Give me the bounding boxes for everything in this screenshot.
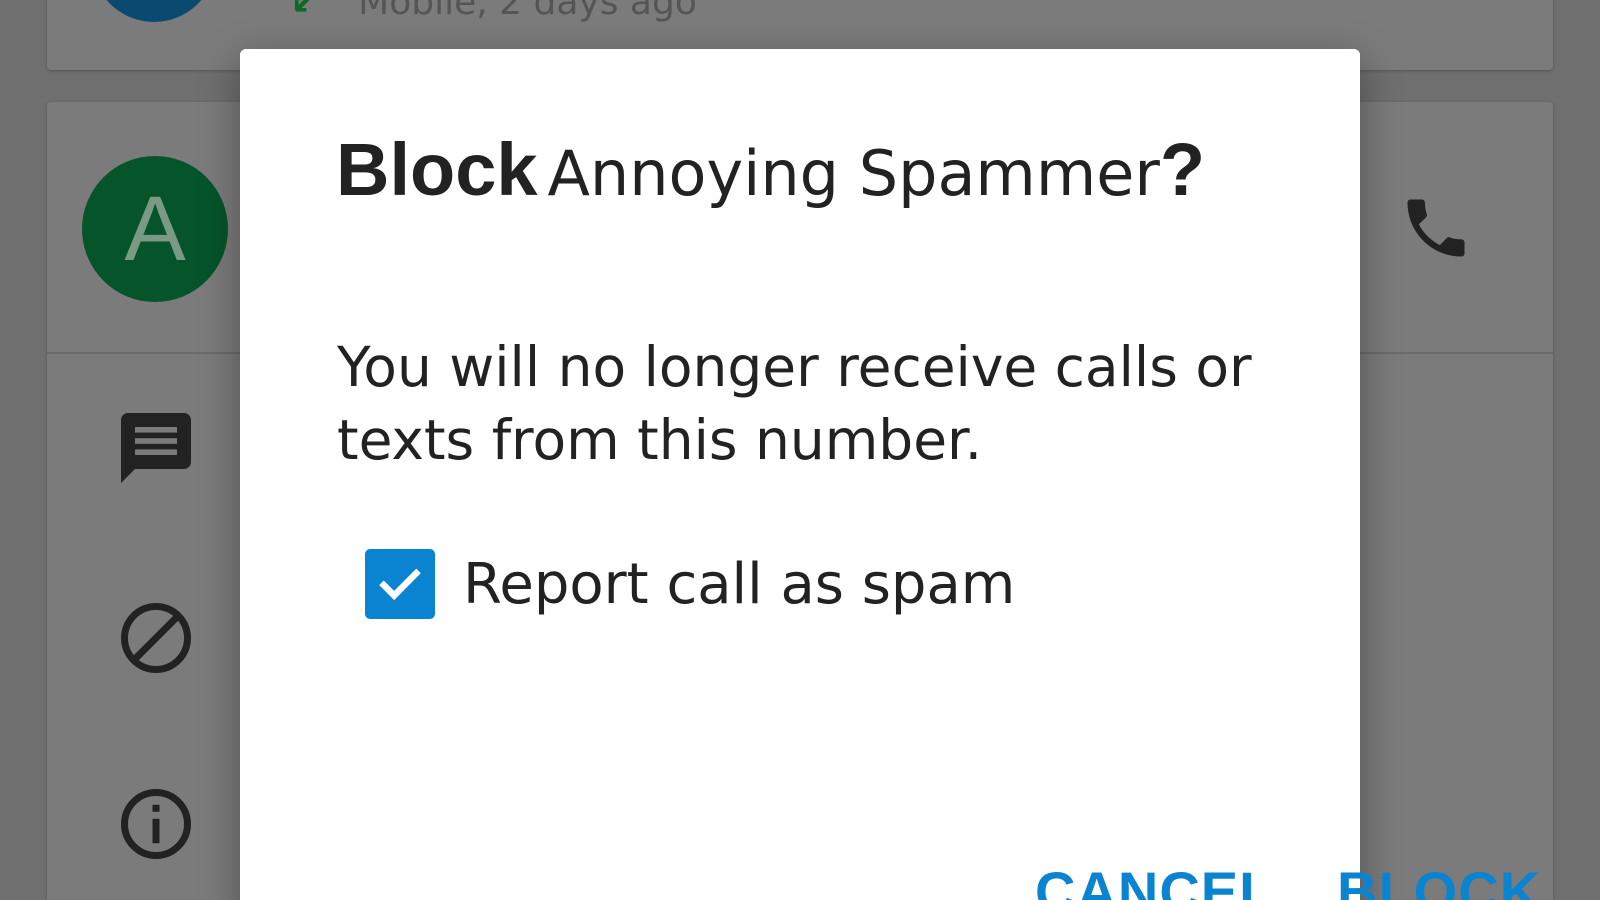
call-meta-text: Mobile, 2 days ago <box>358 0 697 23</box>
call-meta-previous: ↙ Mobile, 2 days ago <box>290 0 697 23</box>
block-number-dialog: Block Annoying Spammer? You will no longe… <box>240 49 1540 900</box>
checkmark-icon <box>379 568 421 601</box>
info-icon[interactable] <box>114 782 198 866</box>
dialog-title-action: Block <box>336 128 538 211</box>
dialog-title: Block Annoying Spammer? <box>336 133 1205 207</box>
call-type-icon: ↙ <box>290 0 321 23</box>
message-icon[interactable] <box>114 406 198 490</box>
block-icon[interactable] <box>114 596 198 680</box>
block-button[interactable]: BLOCK <box>1337 864 1541 900</box>
dialog-title-contact-name: Annoying Spammer <box>547 137 1160 210</box>
dialog-message: You will no longer receive calls or text… <box>337 335 1252 472</box>
dialog-title-suffix: ? <box>1159 128 1206 211</box>
report-spam-checkbox[interactable] <box>365 549 435 619</box>
screen: ↙ Mobile, 2 days ago A Block Annoying Spam… <box>0 0 1600 900</box>
report-spam-label: Report call as spam <box>463 551 1016 617</box>
contact-avatar[interactable]: A <box>82 156 228 302</box>
cancel-button[interactable]: CANCEL <box>1035 864 1274 900</box>
phone-icon[interactable] <box>1398 190 1474 266</box>
report-spam-option[interactable]: Report call as spam <box>365 544 1015 624</box>
avatar-letter: A <box>124 177 186 280</box>
